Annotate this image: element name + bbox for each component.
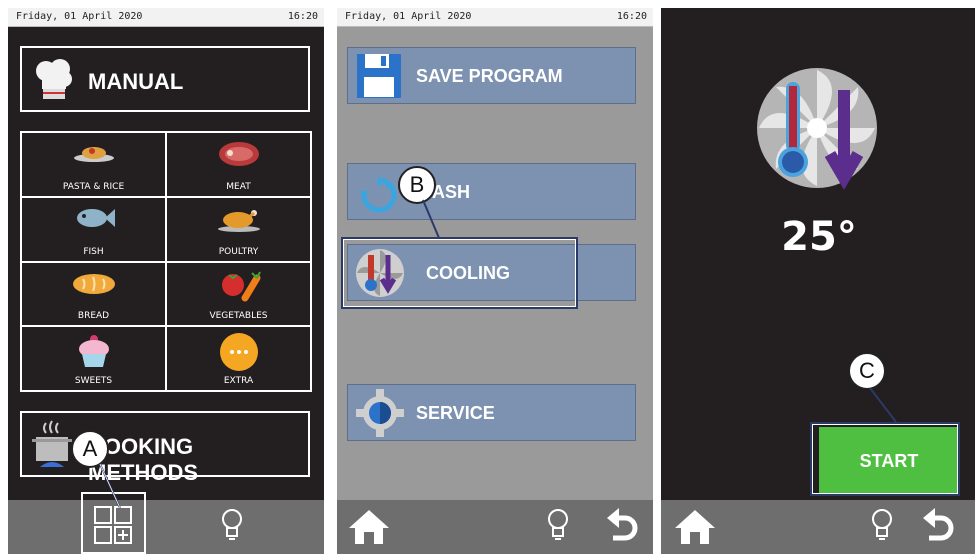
- bottom-bar: [661, 500, 975, 554]
- category-poultry[interactable]: POULTRY: [166, 196, 311, 262]
- category-label: FISH: [83, 246, 104, 257]
- cooling-fan-large-icon: [757, 68, 877, 190]
- category-label: EXTRA: [223, 376, 254, 386]
- programs-screen: Friday, 01 April 2020 16:20 SAVE PROGRAM…: [337, 8, 653, 554]
- manual-button[interactable]: MANUAL: [20, 46, 310, 112]
- cupcake-icon: [78, 335, 109, 368]
- home-icon[interactable]: [347, 508, 391, 546]
- callout-b-pointer: [422, 199, 440, 239]
- status-bar: Friday, 01 April 2020 16:20: [337, 8, 653, 27]
- status-date: Friday, 01 April 2020: [16, 11, 143, 22]
- category-label: SWEETS: [74, 376, 113, 386]
- category-label: POULTRY: [218, 246, 259, 257]
- bread-icon: [72, 273, 115, 294]
- status-time: 16:20: [616, 11, 647, 22]
- category-label: MEAT: [226, 181, 251, 192]
- vegetables-icon: [221, 271, 261, 301]
- lightbulb-icon[interactable]: [547, 508, 569, 542]
- temperature-readout: 25°: [781, 214, 857, 260]
- service-label: SERVICE: [416, 403, 495, 423]
- status-bar: Friday, 01 April 2020 16:20: [8, 8, 324, 27]
- back-arrow-icon[interactable]: [605, 506, 639, 546]
- service-button[interactable]: SERVICE: [347, 384, 636, 441]
- callout-a-pointer: [99, 463, 121, 509]
- bottom-bar: [8, 492, 324, 554]
- lightbulb-icon[interactable]: [221, 508, 243, 542]
- callout-c-pointer: [869, 387, 897, 423]
- category-extra[interactable]: EXTRA: [166, 326, 311, 391]
- status-time: 16:20: [287, 11, 318, 22]
- cooling-highlight-inner: [343, 239, 576, 307]
- save-program-button[interactable]: SAVE PROGRAM: [347, 47, 636, 104]
- category-bread[interactable]: BREAD: [21, 261, 166, 327]
- category-pasta-rice[interactable]: PASTA & RICE: [21, 132, 166, 197]
- category-vegetables[interactable]: VEGETABLES: [166, 261, 311, 327]
- category-fish[interactable]: FISH: [21, 196, 166, 262]
- bottom-bar: [337, 500, 653, 554]
- category-label: PASTA & RICE: [62, 181, 125, 192]
- start-highlight-inner: [812, 424, 958, 494]
- floppy-disk-icon: [357, 54, 401, 98]
- wash-button[interactable]: WASH: [347, 163, 636, 220]
- service-gear-icon: [356, 389, 404, 437]
- callout-c: C: [848, 352, 886, 390]
- cooling-screen: 25° START C: [661, 8, 975, 554]
- back-arrow-icon[interactable]: [921, 506, 955, 546]
- cooking-methods-button[interactable]: COOKING METHODS: [20, 411, 310, 485]
- home-icon[interactable]: [673, 508, 717, 546]
- category-meat[interactable]: MEAT: [166, 132, 311, 197]
- chef-hat-icon: [36, 59, 72, 99]
- wash-cycle-icon: [360, 177, 397, 213]
- category-grid: PASTA & RICE MEAT FISH POULTRY BREAD VEG…: [20, 131, 312, 392]
- meat-icon: [218, 142, 259, 166]
- category-label: VEGETABLES: [209, 311, 268, 322]
- more-dots-icon: [219, 333, 258, 372]
- poultry-icon: [217, 209, 260, 232]
- manual-label: MANUAL: [88, 69, 184, 94]
- pot-icon: [32, 420, 72, 467]
- lightbulb-icon[interactable]: [871, 508, 893, 542]
- save-program-label: SAVE PROGRAM: [416, 66, 563, 86]
- fish-icon: [76, 208, 115, 227]
- main-menu-screen: Friday, 01 April 2020 16:20 MANUAL PASTA…: [8, 8, 324, 554]
- category-label: BREAD: [77, 311, 110, 322]
- pasta-icon: [73, 147, 114, 162]
- status-date: Friday, 01 April 2020: [345, 11, 472, 22]
- category-sweets[interactable]: SWEETS: [21, 326, 166, 391]
